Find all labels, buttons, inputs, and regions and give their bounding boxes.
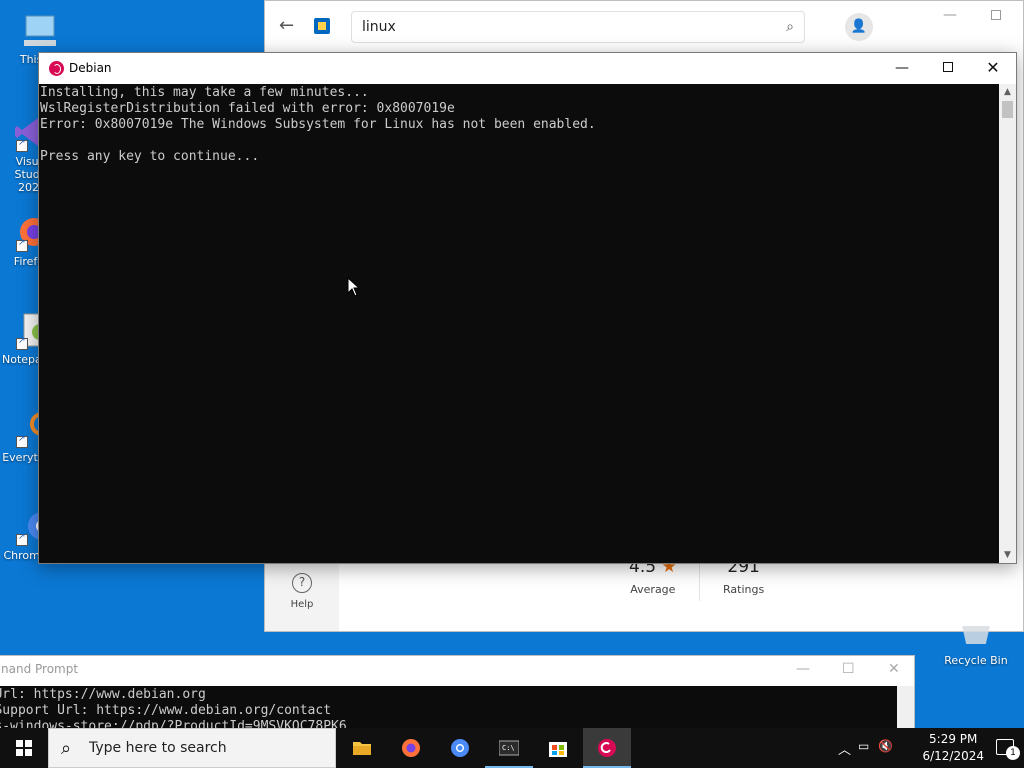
search-icon: ⌕ [61, 738, 72, 759]
rating-label: Average [630, 583, 676, 596]
computer-icon [20, 10, 60, 50]
clock-time: 5:29 PM [929, 732, 978, 746]
window-title: Debian [69, 61, 112, 75]
minimize-button[interactable]: — [879, 53, 925, 84]
command-prompt-window: nand Prompt — ☐ ✕ er Url: https://www.de… [0, 655, 915, 735]
console-line: er Support Url: https://www.debian.org/c… [0, 703, 332, 718]
console-line: Press any key to continue... [40, 149, 260, 164]
terminal-icon: C:\ [499, 740, 519, 756]
store-titlebar: ← linux ⌕ 👤 — [265, 1, 1023, 53]
debian-logo-icon [49, 61, 64, 76]
store-search-value: linux [362, 19, 396, 35]
store-logo-icon [314, 18, 330, 34]
clock[interactable]: 5:29 PM 6/12/2024 [922, 731, 984, 765]
cmd-maximize-button[interactable]: ☐ [842, 661, 855, 677]
search-icon[interactable]: ⌕ [786, 12, 794, 42]
shortcut-arrow-icon [16, 138, 28, 152]
console-output[interactable]: Installing, this may take a few minutes.… [39, 84, 1001, 563]
shortcut-arrow-icon [16, 532, 28, 546]
console-line: Error: 0x8007019e The Windows Subsystem … [40, 117, 596, 132]
user-icon[interactable]: 👤 [845, 13, 873, 41]
taskbar-search-box[interactable]: ⌕ Type here to search [48, 728, 336, 768]
taskbar-file-explorer[interactable] [338, 728, 386, 768]
taskbar: ⌕ Type here to search C:\ ︿ ▭ 🔇 5:29 PM … [0, 728, 1024, 768]
chevron-up-icon[interactable]: ︿ [838, 739, 851, 758]
debian-titlebar[interactable]: Debian — ✕ [39, 53, 1016, 84]
maximize-button[interactable] [925, 53, 971, 84]
store-search-input[interactable]: linux ⌕ [351, 11, 805, 43]
notification-count: 1 [1006, 746, 1020, 760]
taskbar-firefox[interactable] [387, 728, 435, 768]
debian-window: Debian — ✕ Installing, this may take a f… [38, 52, 1017, 564]
maximize-button[interactable] [991, 10, 1001, 20]
close-button[interactable]: ✕ [970, 53, 1016, 84]
shortcut-arrow-icon [16, 434, 28, 448]
help-icon: ? [292, 573, 312, 593]
console-scrollbar[interactable]: ▲ ▼ [999, 84, 1016, 563]
scroll-thumb[interactable] [1002, 101, 1013, 118]
cmd-scrollbar[interactable] [897, 686, 914, 734]
store-icon [549, 742, 567, 757]
cmd-minimize-button[interactable]: — [796, 661, 810, 677]
console-line: er Url: https://www.debian.org [0, 687, 206, 702]
debian-logo-icon [598, 739, 616, 757]
windows-logo-icon [16, 740, 32, 756]
folder-icon [353, 742, 371, 755]
taskbar-microsoft-store[interactable] [534, 728, 582, 768]
system-tray: ︿ ▭ 🔇 5:29 PM 6/12/2024 1 [834, 728, 1024, 768]
ratings-count-label: Ratings [723, 583, 765, 596]
taskbar-terminal[interactable]: C:\ [485, 728, 533, 768]
console-line: WslRegisterDistribution failed with erro… [40, 101, 455, 116]
help-label: Help [290, 599, 314, 610]
start-button[interactable] [0, 728, 48, 768]
back-arrow-icon[interactable]: ← [279, 15, 294, 36]
clock-date: 6/12/2024 [922, 749, 984, 763]
maximize-icon [943, 62, 953, 72]
firefox-icon [402, 739, 420, 757]
help-button[interactable]: ? Help [265, 573, 339, 610]
recycle-bin-icon [962, 626, 990, 644]
taskbar-debian[interactable] [583, 728, 631, 768]
cmd-window-title: nand Prompt [1, 662, 79, 676]
shortcut-arrow-icon [16, 238, 28, 252]
desktop-icon-label: Recycle Bin [944, 654, 1008, 667]
desktop-icon-recycle-bin[interactable]: Recycle Bin [940, 626, 1012, 667]
shortcut-arrow-icon [16, 336, 28, 350]
cmd-console-output[interactable]: er Url: https://www.debian.orger Support… [0, 686, 899, 734]
minimize-button[interactable]: — [943, 7, 957, 23]
chromium-icon [451, 739, 469, 757]
cmd-close-button[interactable]: ✕ [888, 661, 900, 677]
network-icon[interactable]: ▭ [858, 739, 869, 753]
scroll-up-icon[interactable]: ▲ [999, 87, 1016, 97]
taskbar-chromium[interactable] [436, 728, 484, 768]
volume-muted-icon[interactable]: 🔇 [878, 739, 893, 753]
scroll-down-icon[interactable]: ▼ [999, 550, 1016, 560]
svg-text:C:\: C:\ [502, 744, 515, 752]
console-line: Installing, this may take a few minutes.… [40, 85, 369, 100]
search-placeholder: Type here to search [89, 740, 227, 756]
